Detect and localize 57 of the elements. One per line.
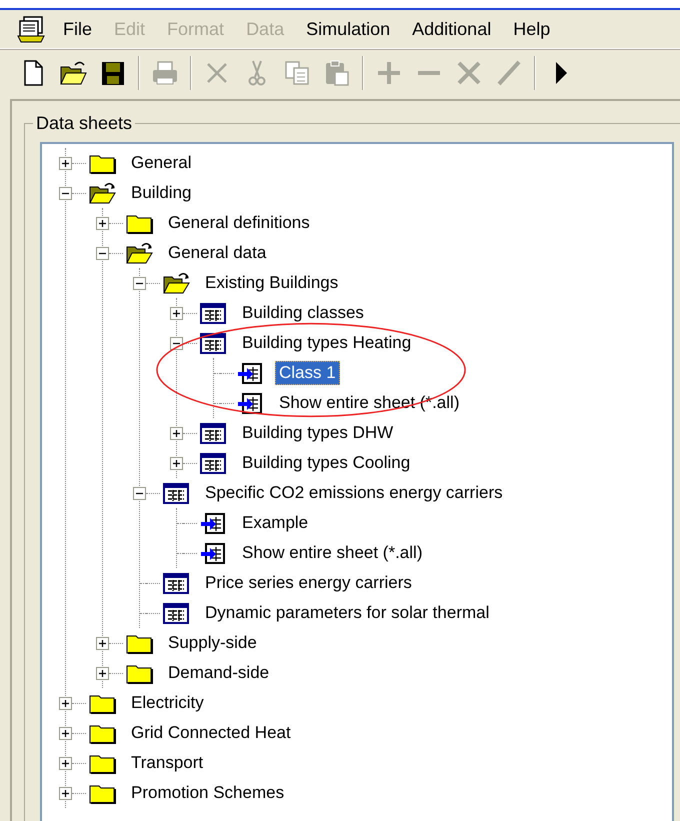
table-icon xyxy=(199,331,227,355)
open-folder-icon xyxy=(88,181,116,205)
app-icon xyxy=(16,14,46,44)
tree-item[interactable]: Existing Buildings xyxy=(201,271,342,295)
tree-item[interactable]: Transport xyxy=(127,751,208,775)
tree-item[interactable]: Show entire sheet (*.all) xyxy=(238,541,426,565)
tree-item[interactable]: Electricity xyxy=(127,691,208,715)
tree-item[interactable]: Building classes xyxy=(238,301,368,325)
tree-item[interactable]: Building types DHW xyxy=(238,421,398,445)
tree-item[interactable]: Grid Connected Heat xyxy=(127,721,295,745)
tree-item[interactable]: Promotion Schemes xyxy=(127,781,288,805)
expand-toggle[interactable] xyxy=(96,216,109,230)
tree-item[interactable]: Dynamic parameters for solar thermal xyxy=(201,601,494,625)
tree-item[interactable]: Building types Heating xyxy=(238,331,416,355)
tree-item[interactable]: Building xyxy=(127,181,196,205)
table-icon xyxy=(162,571,190,595)
expand-toggle[interactable] xyxy=(170,306,183,320)
collapse-toggle[interactable] xyxy=(96,246,109,260)
expand-toggle[interactable] xyxy=(59,156,72,170)
expand-toggle[interactable] xyxy=(96,666,109,680)
tree-item[interactable]: Building types Cooling xyxy=(238,451,414,475)
expand-toggle[interactable] xyxy=(170,426,183,440)
tree-item[interactable]: Specific CO2 emissions energy carriers xyxy=(201,481,507,505)
sheet-link-icon xyxy=(236,391,264,415)
expand-toggle[interactable] xyxy=(59,726,72,740)
menu-item[interactable]: File xyxy=(52,14,104,44)
expand-toggle[interactable] xyxy=(170,456,183,470)
expand-toggle[interactable] xyxy=(59,786,72,800)
tree-item[interactable]: General xyxy=(127,151,196,175)
sheet-link-icon xyxy=(199,511,227,535)
tree-item[interactable]: Class 1 xyxy=(275,361,340,385)
sheet-link-icon xyxy=(199,541,227,565)
expand-toggle[interactable] xyxy=(96,636,109,650)
table-icon xyxy=(162,601,190,625)
sheet-link-icon xyxy=(236,361,264,385)
open-folder-icon xyxy=(162,271,190,295)
tree-item[interactable]: General data xyxy=(164,241,270,265)
tree-item[interactable]: Show entire sheet (*.all) xyxy=(275,391,464,415)
collapse-toggle[interactable] xyxy=(133,486,146,500)
expand-toggle[interactable] xyxy=(59,756,72,770)
collapse-toggle[interactable] xyxy=(133,276,146,290)
collapse-toggle[interactable] xyxy=(170,336,183,350)
table-icon xyxy=(199,301,227,325)
open-folder-icon xyxy=(125,241,153,265)
table-icon xyxy=(162,481,190,505)
tree-item[interactable]: Supply-side xyxy=(164,631,261,655)
expand-toggle[interactable] xyxy=(59,696,72,710)
tree-item[interactable]: Price series energy carriers xyxy=(201,571,416,595)
collapse-toggle[interactable] xyxy=(59,186,72,200)
menu-item[interactable]: Help xyxy=(502,14,562,44)
menu-item[interactable]: Additional xyxy=(401,14,502,44)
tree-item[interactable]: Example xyxy=(238,511,312,535)
tree-item[interactable]: General definitions xyxy=(164,211,314,235)
table-icon xyxy=(199,451,227,475)
tree-item[interactable]: Demand-side xyxy=(164,661,274,685)
table-icon xyxy=(199,421,227,445)
menu-item[interactable]: Simulation xyxy=(295,14,402,44)
